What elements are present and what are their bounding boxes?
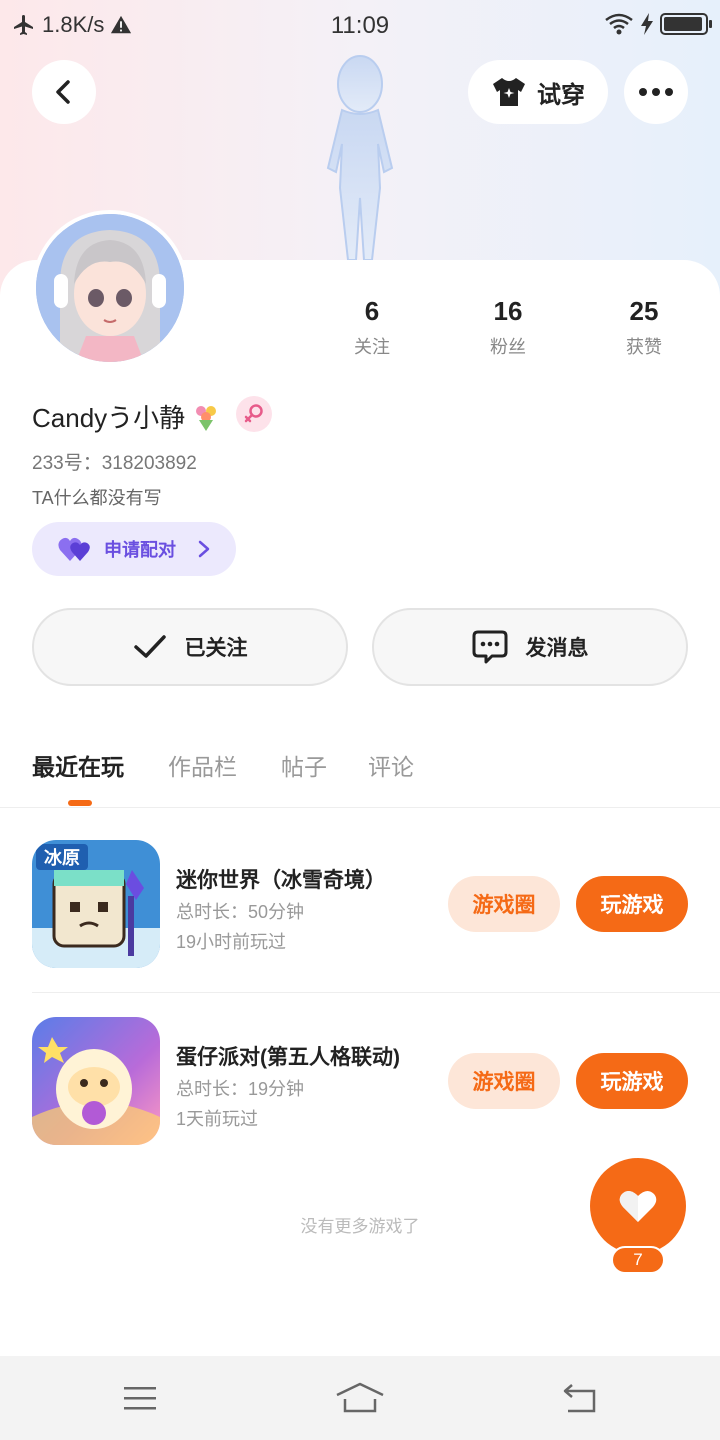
- female-icon: [244, 404, 263, 423]
- charging-icon: [641, 13, 653, 35]
- home-icon: [336, 1382, 384, 1413]
- tab-comments[interactable]: 评论: [368, 748, 414, 782]
- more-dots-icon: [639, 88, 673, 96]
- avatar[interactable]: [32, 210, 188, 366]
- message-label: 发消息: [525, 637, 589, 660]
- tab-active-indicator: [68, 800, 92, 806]
- chevron-right-icon: [198, 540, 210, 558]
- avatar-image: [36, 214, 184, 362]
- user-id: 233号：318203892: [32, 453, 197, 474]
- return-icon: [563, 1384, 596, 1413]
- stat-label: 粉丝: [490, 337, 526, 357]
- game-circle-button[interactable]: 游戏圈: [448, 876, 560, 932]
- game-last-played: 19小时前玩过: [176, 932, 287, 952]
- game-title: 迷你世界（冰雪奇境）: [176, 869, 386, 892]
- game-row[interactable]: 冰原 迷你世界（冰雪奇境） 总时长：50分钟 19小时前玩过 游戏圈 玩游戏: [0, 840, 720, 970]
- like-button[interactable]: [590, 1158, 686, 1254]
- status-right: [604, 12, 712, 36]
- battery-fill: [664, 17, 702, 31]
- game-icon-eggy-party: [32, 1017, 160, 1145]
- follow-label: 已关注: [184, 637, 248, 660]
- game-circle-button[interactable]: 游戏圈: [448, 1053, 560, 1109]
- game-title: 蛋仔派对(第五人格联动): [176, 1046, 400, 1069]
- tryon-button[interactable]: 试穿: [468, 60, 608, 124]
- play-game-button[interactable]: 玩游戏: [576, 1053, 688, 1109]
- game-icon-text: 冰原: [44, 847, 80, 869]
- username-text: Candyう小静: [32, 403, 186, 433]
- stat-label: 获赞: [626, 337, 662, 357]
- stat-number: 16: [493, 296, 523, 326]
- avatar-figure-image: [326, 55, 394, 261]
- chat-bubble-icon: [472, 630, 507, 664]
- game-icon-mini-world: 冰原: [32, 840, 160, 968]
- game-icon-image: 冰原: [32, 840, 160, 968]
- message-button[interactable]: 发消息: [372, 608, 688, 686]
- tabs-divider: [0, 807, 720, 808]
- menu-icon: [124, 1387, 156, 1410]
- nav-home-button[interactable]: [330, 1374, 390, 1422]
- game-icon-image: [32, 1017, 160, 1145]
- checkmark-icon: [133, 635, 166, 658]
- tryon-label: 试穿: [537, 81, 585, 109]
- stat-followers[interactable]: 16 粉丝: [458, 296, 558, 359]
- battery-icon: [660, 13, 712, 35]
- more-button[interactable]: [624, 60, 688, 124]
- tab-posts[interactable]: 帖子: [281, 748, 327, 782]
- row-divider: [32, 992, 720, 993]
- game-duration: 总时长：50分钟: [176, 902, 305, 922]
- username: Candyう小静: [32, 398, 221, 435]
- content-tabs: 最近在玩 作品栏 帖子 评论: [0, 748, 720, 808]
- like-count-badge: 7: [611, 1246, 665, 1274]
- stat-number: 25: [629, 296, 659, 326]
- shirt-icon: [493, 78, 525, 106]
- nav-menu-button[interactable]: [110, 1374, 170, 1422]
- status-bar: 1.8K/s 11:09: [0, 0, 720, 50]
- tab-works[interactable]: 作品栏: [168, 748, 237, 782]
- pair-request-button[interactable]: 申请配对: [32, 522, 236, 576]
- chevron-left-icon: [56, 80, 70, 104]
- tab-recent-games[interactable]: 最近在玩: [32, 748, 124, 782]
- stat-following[interactable]: 6 关注: [322, 296, 422, 359]
- back-button[interactable]: [32, 60, 96, 124]
- follow-button[interactable]: 已关注: [32, 608, 348, 686]
- game-duration: 总时长：19分钟: [176, 1079, 305, 1099]
- stat-likes[interactable]: 25 获赞: [594, 296, 694, 359]
- nav-back-button[interactable]: [550, 1374, 610, 1422]
- wifi-icon: [605, 13, 633, 35]
- stat-number: 6: [364, 296, 380, 326]
- heart-icon: [58, 537, 90, 561]
- bouquet-icon: [196, 405, 217, 431]
- system-navigation-bar: [0, 1356, 720, 1440]
- user-bio: TA什么都没有写: [32, 488, 162, 508]
- game-row[interactable]: 蛋仔派对(第五人格联动) 总时长：19分钟 1天前玩过 游戏圈 玩游戏: [0, 1017, 720, 1147]
- stat-label: 关注: [354, 337, 390, 357]
- pair-label: 申请配对: [104, 540, 176, 560]
- gender-badge: [236, 396, 272, 432]
- game-last-played: 1天前玩过: [176, 1109, 259, 1129]
- play-game-button[interactable]: 玩游戏: [576, 876, 688, 932]
- heart-icon: [619, 1190, 657, 1222]
